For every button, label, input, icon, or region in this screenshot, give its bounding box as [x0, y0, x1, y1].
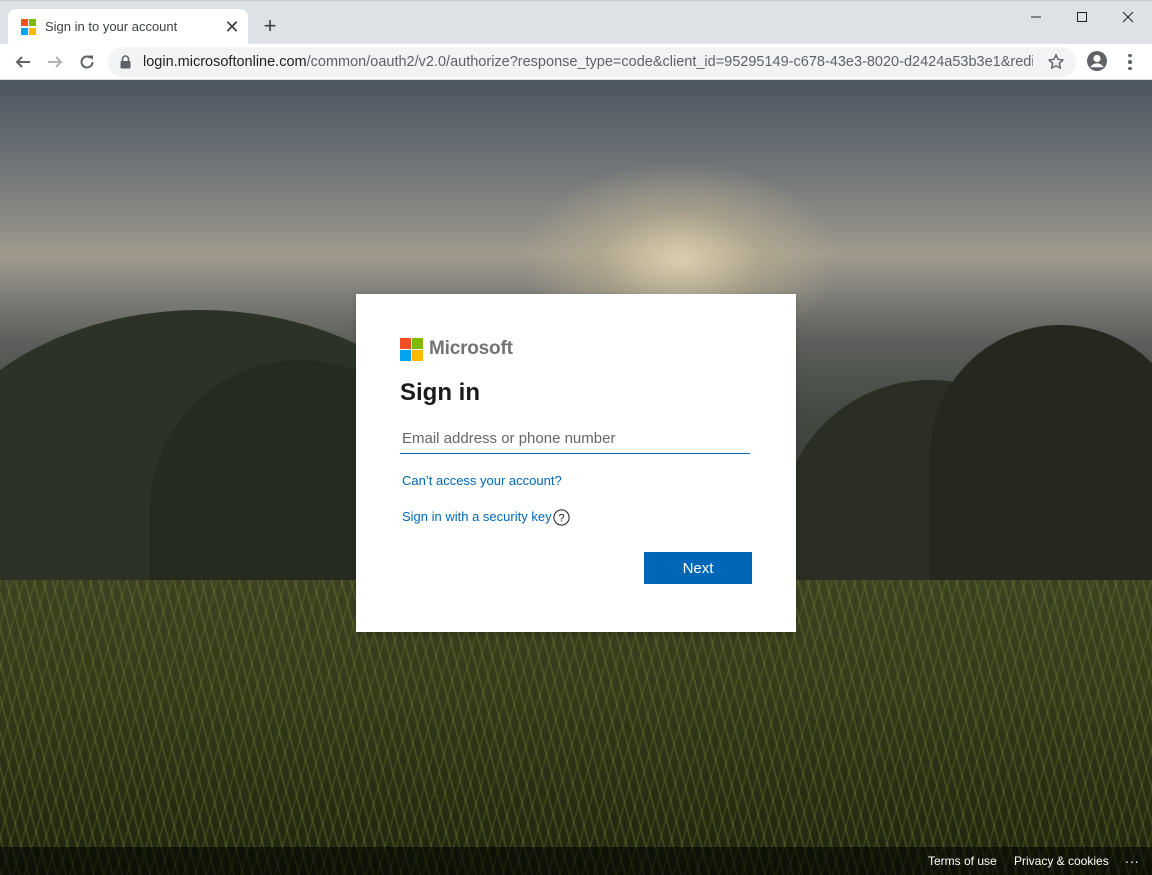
tab-title: Sign in to your account	[45, 19, 178, 34]
forward-arrow-icon[interactable]	[42, 49, 68, 75]
microsoft-wordmark: Microsoft	[429, 338, 513, 359]
browser-toolbar: login.microsoftonline.com/common/oauth2/…	[0, 44, 1152, 80]
email-field[interactable]	[400, 424, 750, 454]
star-icon[interactable]	[1047, 53, 1065, 76]
help-icon[interactable]: ?	[553, 509, 570, 526]
microsoft-logo-icon	[400, 338, 423, 361]
new-tab-button[interactable]: +	[258, 14, 282, 38]
reload-icon[interactable]	[74, 49, 100, 75]
next-button[interactable]: Next	[644, 552, 752, 584]
url-host: login.microsoftonline.com	[143, 54, 307, 70]
help-icon-glyph: ?	[558, 513, 564, 525]
browser-titlebar: Sign in to your account ✕ +	[0, 0, 1152, 45]
terms-of-use-link[interactable]: Terms of use	[928, 854, 997, 868]
privacy-cookies-link[interactable]: Privacy & cookies	[1014, 854, 1109, 868]
page-title: Sign in	[400, 379, 480, 406]
profile-icon[interactable]	[1086, 50, 1108, 72]
background-hill	[930, 325, 1152, 585]
cant-access-account-link[interactable]: Can’t access your account?	[402, 473, 562, 488]
signin-card: Microsoft Sign in Can’t access your acco…	[356, 294, 796, 632]
back-arrow-icon[interactable]	[10, 49, 36, 75]
url-text[interactable]: login.microsoftonline.com/common/oauth2/…	[143, 54, 1033, 70]
security-key-link[interactable]: Sign in with a security key	[402, 509, 552, 524]
address-bar[interactable]: login.microsoftonline.com/common/oauth2/…	[108, 47, 1076, 77]
microsoft-favicon-icon	[21, 19, 37, 35]
footer: Terms of use Privacy & cookies ...	[0, 847, 1152, 875]
more-options-link[interactable]: ...	[1125, 850, 1140, 866]
maximize-icon[interactable]	[1059, 3, 1105, 31]
tab-close-icon[interactable]: ✕	[222, 17, 242, 37]
minimize-icon[interactable]	[1013, 3, 1059, 31]
close-window-icon[interactable]	[1105, 3, 1151, 31]
browser-tab[interactable]: Sign in to your account ✕	[8, 9, 248, 45]
url-path: /common/oauth2/v2.0/authorize?response_t…	[306, 54, 1033, 70]
menu-icon[interactable]	[1120, 50, 1140, 74]
lock-icon[interactable]	[120, 55, 131, 74]
